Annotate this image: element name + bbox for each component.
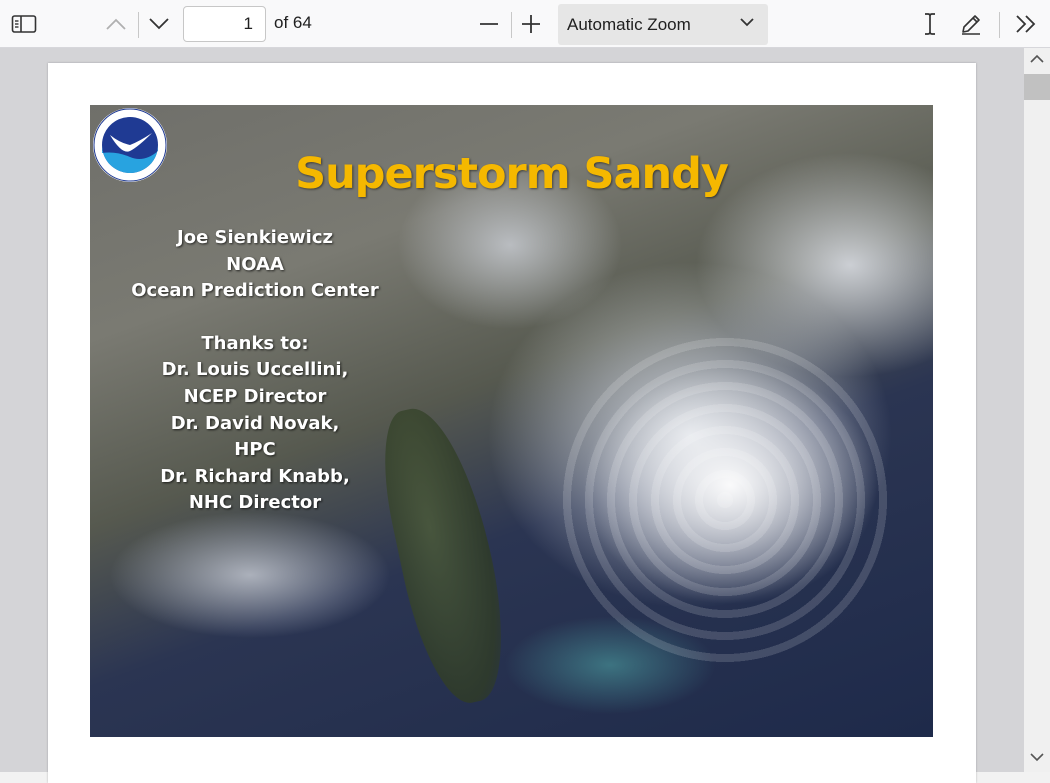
document-viewer[interactable]: Superstorm Sandy Joe Sienkiewicz NOAA Oc…	[0, 48, 1024, 783]
credit-line: Dr. Richard Knabb,	[160, 465, 350, 487]
scroll-up-arrow-icon[interactable]	[1030, 54, 1044, 64]
toolbar-divider	[138, 12, 139, 38]
pdf-page: Superstorm Sandy Joe Sienkiewicz NOAA Oc…	[48, 63, 976, 783]
zoom-select-value: Automatic Zoom	[567, 15, 691, 34]
credit-spacer	[110, 305, 400, 331]
slide-satellite-image: Superstorm Sandy Joe Sienkiewicz NOAA Oc…	[90, 105, 933, 737]
pdf-toolbar: of 64 Automatic Zoom	[0, 0, 1050, 48]
slide-title: Superstorm Sandy	[295, 149, 729, 199]
toolbar-divider	[511, 12, 512, 38]
chevron-down-icon	[149, 18, 169, 30]
credit-line: NCEP Director	[183, 385, 327, 407]
page-number-input[interactable]	[183, 6, 266, 42]
zoom-select[interactable]: Automatic Zoom	[558, 4, 768, 45]
credit-line: Ocean Prediction Center	[131, 280, 379, 302]
storm-swirl	[560, 335, 890, 665]
double-chevron-right-icon	[1016, 15, 1036, 33]
more-tools-button[interactable]	[1012, 0, 1040, 48]
credit-line: Joe Sienkiewicz	[177, 227, 333, 248]
sidebar-toggle-icon	[11, 15, 37, 33]
credit-line: Thanks to:	[201, 332, 309, 354]
previous-page-button[interactable]	[101, 0, 131, 48]
slide-credits: Joe Sienkiewicz NOAA Ocean Prediction Ce…	[110, 225, 400, 517]
chevron-down-icon	[740, 18, 754, 27]
credit-line: NOAA	[226, 253, 284, 275]
draw-button[interactable]	[957, 0, 985, 48]
text-select-button[interactable]	[916, 0, 944, 48]
zoom-in-button[interactable]	[516, 0, 546, 48]
text-cursor-icon	[925, 13, 935, 35]
zoom-out-button[interactable]	[474, 0, 504, 48]
page-count-label: of 64	[274, 13, 312, 32]
pen-icon	[962, 15, 980, 35]
plus-icon	[522, 15, 540, 33]
vertical-scrollbar[interactable]	[1024, 48, 1050, 772]
credit-line: HPC	[234, 439, 276, 461]
chevron-up-icon	[106, 18, 126, 30]
scroll-down-arrow-icon[interactable]	[1030, 752, 1044, 762]
next-page-button[interactable]	[144, 0, 174, 48]
credit-line: Dr. David Novak,	[170, 412, 340, 434]
credit-line: NHC Director	[188, 492, 322, 514]
sidebar-toggle-button[interactable]	[8, 0, 40, 48]
credit-line: Dr. Louis Uccellini,	[161, 359, 349, 381]
minus-icon	[480, 23, 498, 25]
scroll-thumb[interactable]	[1024, 74, 1050, 100]
toolbar-divider	[999, 12, 1000, 38]
